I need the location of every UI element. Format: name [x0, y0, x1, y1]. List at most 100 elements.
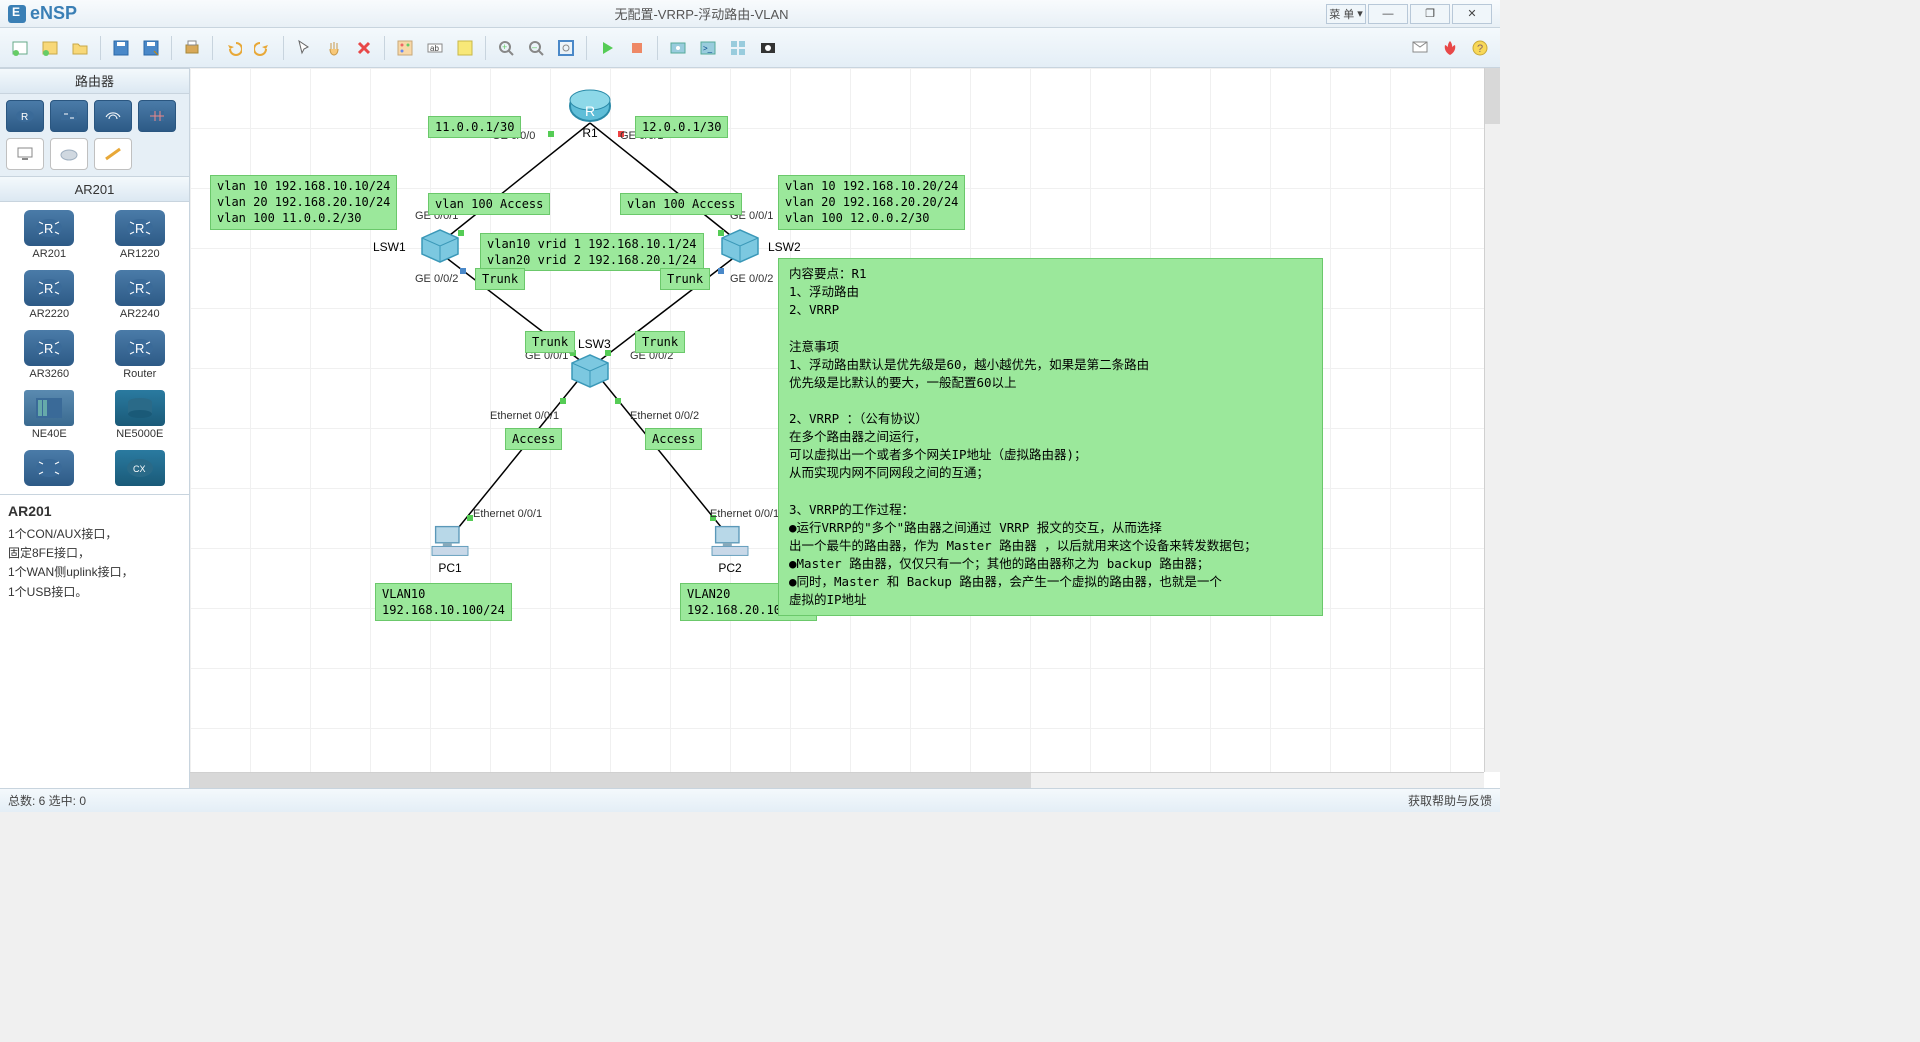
zoom-in-button[interactable]: + — [492, 34, 520, 62]
text-tool[interactable]: ab — [421, 34, 449, 62]
canvas-scrollbar-v[interactable] — [1484, 68, 1500, 772]
device-ar3260[interactable]: RAR3260 — [6, 328, 93, 382]
help-button[interactable]: ? — [1466, 34, 1494, 62]
device-header: AR201 — [0, 176, 189, 202]
tag-vrrp[interactable]: vlan10 vrid 1 192.168.10.1/24 vlan20 vri… — [480, 233, 704, 271]
node-pc1[interactable]: PC1 — [428, 523, 472, 575]
svg-text:R: R — [135, 221, 144, 236]
device-detail-panel: AR201 1个CON/AUX接口， 固定8FE接口， 1个WAN侧uplink… — [0, 494, 189, 788]
print-button[interactable] — [178, 34, 206, 62]
status-count: 总数: 6 选中: 0 — [8, 792, 86, 809]
tag-pc1[interactable]: VLAN10 192.168.10.100/24 — [375, 583, 512, 621]
pan-tool[interactable] — [320, 34, 348, 62]
select-tool[interactable] — [290, 34, 318, 62]
device-ar1220[interactable]: RAR1220 — [97, 208, 184, 262]
menu-button[interactable]: 菜 单▾ — [1326, 4, 1366, 24]
status-bar: 总数: 6 选中: 0 获取帮助与反馈 — [0, 788, 1500, 812]
palette-button[interactable] — [391, 34, 419, 62]
capture-button[interactable] — [664, 34, 692, 62]
tag-vlan100-left[interactable]: vlan 100 Access — [428, 193, 550, 215]
window-title: 无配置-VRRP-浮动路由-VLAN — [77, 4, 1326, 23]
node-lsw3[interactable]: LSW3 — [568, 353, 612, 389]
delete-button[interactable] — [350, 34, 378, 62]
status-help-link[interactable]: 获取帮助与反馈 — [1408, 792, 1492, 809]
zoom-fit-button[interactable] — [552, 34, 580, 62]
node-lsw2[interactable]: LSW2 — [718, 228, 762, 264]
node-r1[interactable]: R R1 — [568, 88, 612, 140]
svg-text:R: R — [21, 112, 28, 123]
port-pc2-e001: Ethernet 0/0/1 — [710, 508, 779, 520]
minimize-button[interactable]: — — [1368, 4, 1408, 24]
svg-text:R: R — [135, 341, 144, 356]
tag-lsw1-vlans[interactable]: vlan 10 192.168.10.10/24 vlan 20 192.168… — [210, 175, 397, 230]
tag-ip-r1-left[interactable]: 11.0.0.1/30 — [428, 116, 521, 138]
tag-lsw2-vlans[interactable]: vlan 10 192.168.10.20/24 vlan 20 192.168… — [778, 175, 965, 230]
new-project-button[interactable] — [36, 34, 64, 62]
redo-button[interactable] — [249, 34, 277, 62]
tag-access1[interactable]: Access — [505, 428, 562, 450]
save-as-button[interactable] — [137, 34, 165, 62]
device-ne40e[interactable]: NE40E — [6, 388, 93, 442]
huawei-button[interactable] — [1436, 34, 1464, 62]
app-logo: eNSP — [8, 3, 77, 24]
stop-button[interactable] — [623, 34, 651, 62]
message-button[interactable] — [1406, 34, 1434, 62]
undo-button[interactable] — [219, 34, 247, 62]
open-button[interactable] — [66, 34, 94, 62]
tag-vlan100-right[interactable]: vlan 100 Access — [620, 193, 742, 215]
device-extra1[interactable] — [6, 448, 93, 488]
device-list[interactable]: RAR201 RAR1220 RAR2220 RAR2240 RAR3260 R… — [0, 202, 189, 494]
port-lsw3-e001: Ethernet 0/0/1 — [490, 410, 559, 422]
category-connection[interactable] — [94, 138, 132, 170]
toolbar: ab + – >_ ? — [0, 28, 1500, 68]
category-router[interactable]: R — [6, 100, 44, 132]
start-button[interactable] — [593, 34, 621, 62]
maximize-button[interactable]: ❐ — [1410, 4, 1450, 24]
layout-button[interactable] — [724, 34, 752, 62]
device-ar201[interactable]: RAR201 — [6, 208, 93, 262]
device-router[interactable]: RRouter — [97, 328, 184, 382]
canvas-scrollbar-h[interactable] — [190, 772, 1484, 788]
svg-text:ab: ab — [430, 44, 439, 53]
detail-title: AR201 — [8, 503, 181, 519]
category-wlan[interactable] — [94, 100, 132, 132]
svg-text:R: R — [585, 103, 595, 119]
topology-note[interactable]: 内容要点：R1 1、浮动路由 2、VRRP 注意事项 1、浮动路由默认是优先级是… — [778, 258, 1323, 616]
device-extra2[interactable]: CX — [97, 448, 184, 488]
tag-trunk3[interactable]: Trunk — [525, 331, 575, 353]
port-pc1-e001: Ethernet 0/0/1 — [473, 508, 542, 520]
tag-trunk4[interactable]: Trunk — [635, 331, 685, 353]
category-switch[interactable] — [50, 100, 88, 132]
svg-text:?: ? — [1477, 43, 1483, 55]
node-lsw1[interactable]: LSW1 — [418, 228, 462, 264]
category-pc[interactable] — [6, 138, 44, 170]
category-firewall[interactable] — [138, 100, 176, 132]
svg-text:R: R — [44, 221, 53, 236]
save-button[interactable] — [107, 34, 135, 62]
screenshot-button[interactable] — [754, 34, 782, 62]
title-bar: eNSP 无配置-VRRP-浮动路由-VLAN 菜 单▾ — ❐ ✕ — [0, 0, 1500, 28]
tag-access2[interactable]: Access — [645, 428, 702, 450]
logo-icon — [8, 5, 26, 23]
note-tool[interactable] — [451, 34, 479, 62]
svg-text:R: R — [44, 341, 53, 356]
port-lsw2-g002: GE 0/0/2 — [730, 273, 773, 285]
topology-canvas[interactable]: R R1 LSW1 LSW2 LSW3 PC1 PC2 — [190, 68, 1500, 788]
category-cloud[interactable] — [50, 138, 88, 170]
device-ar2240[interactable]: RAR2240 — [97, 268, 184, 322]
device-sidebar: 路由器 R AR201 RAR201 RAR1220 RAR2220 RAR22… — [0, 68, 190, 788]
tag-trunk1[interactable]: Trunk — [475, 268, 525, 290]
port-lsw1-g002: GE 0/0/2 — [415, 273, 458, 285]
new-topo-button[interactable] — [6, 34, 34, 62]
close-button[interactable]: ✕ — [1452, 4, 1492, 24]
device-ne5000e[interactable]: NE5000E — [97, 388, 184, 442]
svg-text:>_: >_ — [703, 44, 713, 53]
tag-trunk2[interactable]: Trunk — [660, 268, 710, 290]
device-ar2220[interactable]: RAR2220 — [6, 268, 93, 322]
zoom-out-button[interactable]: – — [522, 34, 550, 62]
node-pc2[interactable]: PC2 — [708, 523, 752, 575]
svg-text:–: – — [532, 42, 537, 52]
svg-text:CX: CX — [133, 464, 146, 474]
tag-ip-r1-right[interactable]: 12.0.0.1/30 — [635, 116, 728, 138]
cli-button[interactable]: >_ — [694, 34, 722, 62]
